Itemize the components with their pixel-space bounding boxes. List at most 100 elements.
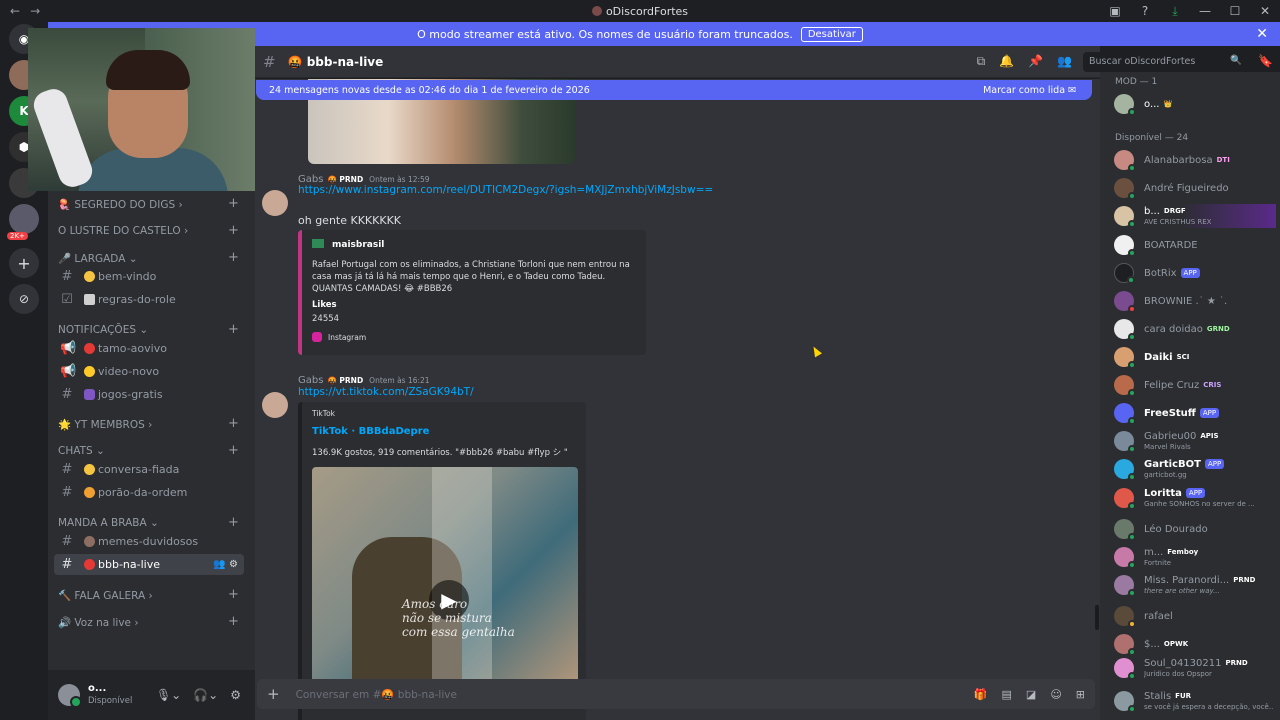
close-banner-icon[interactable]: ✕ (1256, 26, 1268, 42)
history-nav: ← → (0, 4, 40, 18)
member-item[interactable]: Léo Dourado (1114, 517, 1274, 541)
member-item[interactable]: Gabrieu00 APIS Marvel Rivals (1114, 429, 1274, 453)
add-channel-icon[interactable]: + (228, 322, 239, 337)
member-item[interactable]: BotRix APP (1114, 261, 1274, 285)
member-category-online: Disponível — 24 (1115, 133, 1189, 143)
forward-arrow-icon[interactable]: → (30, 4, 40, 18)
category-chats[interactable]: CHATS ⌄ (58, 445, 105, 457)
add-channel-icon[interactable]: + (228, 614, 239, 629)
embed-description: Rafael Portugal com os eliminados, a Chr… (312, 260, 630, 294)
author-name[interactable]: Gabs (298, 375, 323, 386)
category-manda-a-braba[interactable]: MANDA A BRABA ⌄ (58, 517, 159, 529)
member-item[interactable]: Alanabarbosa DTI (1114, 148, 1274, 172)
emoji-icon (84, 343, 95, 354)
microphone-icon[interactable]: 🎙⌄ (156, 688, 181, 702)
category-lustre[interactable]: O LUSTRE DO CASTELO › (58, 225, 188, 237)
channel-jogos-gratis[interactable]: # jogos-gratis (54, 384, 244, 405)
emoji-picker-icon[interactable]: ☺ (1050, 688, 1061, 701)
member-avatar (1114, 431, 1136, 453)
search-input[interactable]: Buscar oDiscordFortes 🔍 (1083, 52, 1248, 72)
instagram-link[interactable]: https://www.instagram.com/reel/DUTICM2De… (298, 184, 713, 196)
add-attachment-icon[interactable]: + (267, 685, 280, 703)
chat-scrollbar[interactable] (1095, 605, 1099, 630)
category-segredo[interactable]: 🪼 SEGREDO DO DIGS › (58, 198, 183, 211)
back-arrow-icon[interactable]: ← (10, 4, 20, 18)
embed-author[interactable]: maisbrasil (312, 239, 384, 250)
channel-title: 🤬 bbb-na-live (287, 54, 384, 69)
member-item[interactable]: Soul_04130211 PRND Jurídico dos Opspor (1114, 656, 1274, 680)
category-largada[interactable]: 🎤 LARGADA ⌄ (58, 252, 138, 265)
channel-video-novo[interactable]: 📢 video-novo (54, 361, 244, 382)
headphones-icon[interactable]: 🎧⌄ (193, 688, 218, 702)
add-channel-icon[interactable]: + (228, 587, 239, 602)
author-avatar[interactable] (262, 392, 288, 418)
download-icon[interactable]: ⤓ (1160, 0, 1190, 22)
inbox-icon[interactable]: ▣ (1100, 0, 1130, 22)
bell-icon[interactable]: 🔔 (999, 54, 1014, 69)
disable-streamer-button[interactable]: Desativar (800, 26, 863, 42)
member-item[interactable]: m... Femboy Fortnite (1114, 545, 1274, 569)
add-channel-icon[interactable]: + (228, 250, 239, 265)
mark-as-read-button[interactable]: Marcar como lida ✉ (983, 85, 1076, 96)
close-window-icon[interactable]: ✕ (1250, 0, 1280, 22)
member-item[interactable]: Stalis FUR se você já espera a decepção, v… (1114, 689, 1274, 713)
member-item[interactable]: Daiki SCI (1114, 345, 1274, 369)
embed-title[interactable]: TikTok · BBBdaDepre (312, 426, 429, 437)
channel-conversa-fiada[interactable]: # conversa-fiada (54, 459, 244, 480)
member-item[interactable]: BOATARDE (1114, 233, 1274, 257)
gif-icon[interactable]: ▤ (1002, 688, 1012, 701)
hash-icon: # (263, 52, 276, 71)
gift-icon[interactable]: 🎁 (974, 688, 988, 701)
channel-memes[interactable]: # memes-duvidosos (54, 531, 244, 552)
maximize-icon[interactable]: ☐ (1220, 0, 1250, 22)
window-title: oDiscordFortes (0, 5, 1280, 18)
add-channel-icon[interactable]: + (228, 196, 239, 211)
add-channel-icon[interactable]: + (228, 515, 239, 530)
member-item[interactable]: cara doidao GRND (1114, 317, 1274, 341)
member-item[interactable]: $... OPWK (1114, 632, 1274, 656)
user-avatar[interactable] (58, 684, 82, 708)
member-item[interactable]: Felipe Cruz CRIS (1114, 373, 1274, 397)
role-tag: 🤬 PRND (327, 376, 364, 385)
threads-icon[interactable]: ⧉ (977, 54, 986, 69)
add-channel-icon[interactable]: + (228, 223, 239, 238)
member-item[interactable]: BROWNIE .˙ ★ ˙. (1114, 289, 1274, 313)
channel-settings-icon[interactable]: 👥 ⚙ (213, 559, 238, 570)
member-item[interactable]: André Figueiredo (1114, 176, 1274, 200)
help-icon[interactable]: ? (1130, 0, 1160, 22)
apps-icon[interactable]: ⊞ (1076, 688, 1085, 701)
channel-regras[interactable]: ☑ regras-do-role (54, 289, 244, 310)
member-item[interactable]: rafael (1114, 604, 1274, 628)
message-header: Gabs 🤬 PRND Ontem às 12:59 (298, 171, 430, 185)
server-icon-5[interactable]: 2K+ (7, 204, 39, 240)
member-item[interactable]: FreeStuff APP (1114, 401, 1274, 425)
category-notificacoes[interactable]: NOTIFICAÇÕES ⌄ (58, 324, 148, 336)
members-icon[interactable]: 👥 (1057, 54, 1072, 69)
tiktok-link[interactable]: https://vt.tiktok.com/ZSaGK94bT/ (298, 386, 474, 398)
category-voz[interactable]: 🔊 Voz na live › (58, 616, 139, 629)
video-thumbnail[interactable]: ▶ Amos ouro não se mistura com essa gent… (312, 467, 578, 687)
author-avatar[interactable] (262, 190, 288, 216)
new-messages-bar[interactable]: 24 mensagens novas desde as 02:46 do dia… (256, 80, 1092, 100)
discover-icon[interactable]: ⊘ (9, 284, 39, 314)
add-channel-icon[interactable]: + (228, 443, 239, 458)
add-channel-icon[interactable]: + (228, 416, 239, 431)
channel-tamo-aovivo[interactable]: 📢 tamo-aovivo (54, 338, 244, 359)
member-item[interactable]: b... DRGF AVE CRISTHUS REX (1114, 204, 1276, 228)
message-composer[interactable]: + Conversar em #🤬 bbb-na-live 🎁 ▤ ◪ ☺ ⊞ (257, 679, 1095, 709)
minimize-icon[interactable]: — (1190, 0, 1220, 22)
member-item[interactable]: Miss. Paranordi... PRND there are other wa… (1114, 573, 1274, 597)
pin-icon[interactable]: 📌 (1028, 54, 1043, 69)
member-item[interactable]: Loritta APP Ganhe SONHOS no server de ... (1114, 486, 1274, 510)
add-server-icon[interactable]: + (9, 248, 39, 278)
member-item[interactable]: o... 👑 (1114, 92, 1274, 116)
inbox-bookmark-icon[interactable]: 🔖 (1258, 54, 1273, 68)
gear-icon[interactable]: ⚙ (230, 688, 241, 702)
channel-bem-vindo[interactable]: # bem-vindo (54, 266, 244, 287)
category-fala-galera[interactable]: 🔨 FALA GALERA › (58, 589, 153, 602)
channel-porao[interactable]: # porão-da-ordem (54, 482, 244, 503)
category-yt-membros[interactable]: 🌟 YT MEMBROS › (58, 418, 152, 431)
member-item[interactable]: GarticBOT APP garticbot.gg (1114, 457, 1274, 481)
channel-bbb-na-live[interactable]: # bbb-na-live 👥 ⚙ (54, 554, 244, 575)
sticker-icon[interactable]: ◪ (1026, 688, 1036, 701)
